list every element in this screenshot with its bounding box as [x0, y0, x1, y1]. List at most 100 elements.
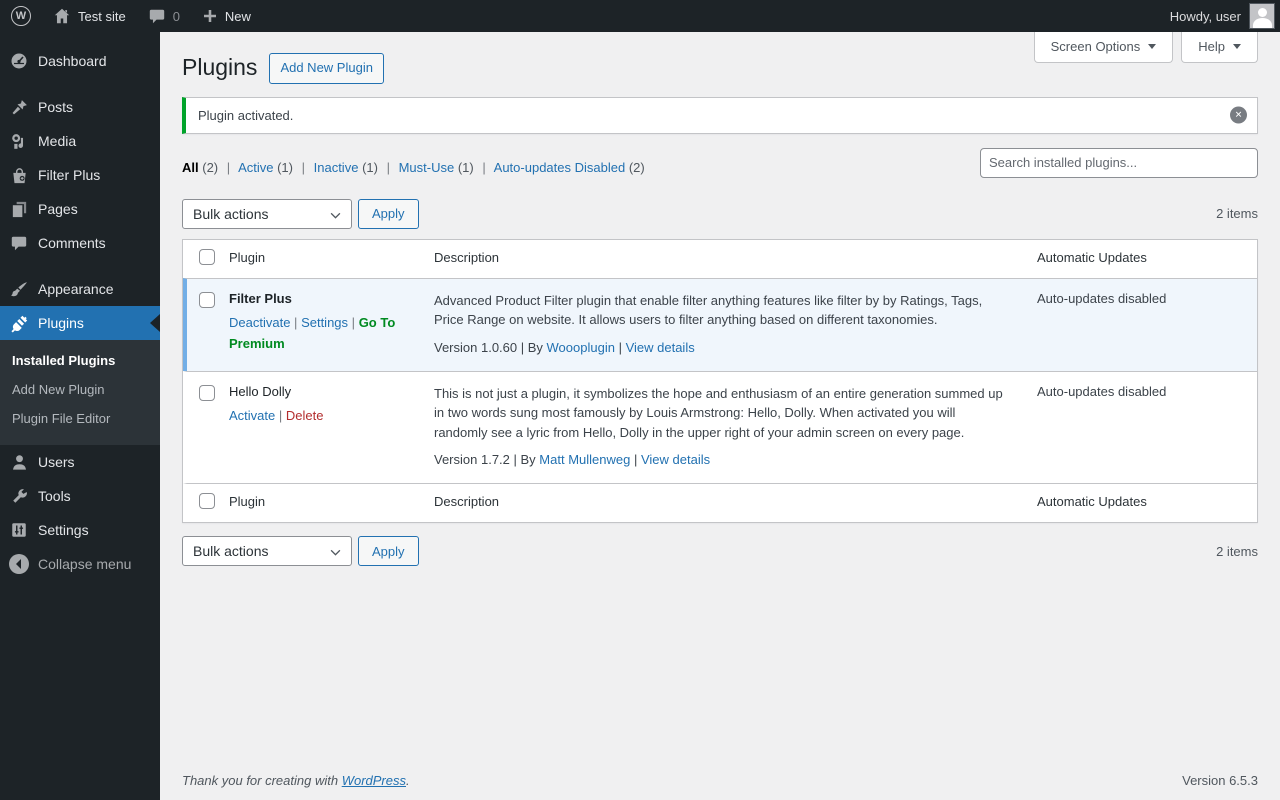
sidebar-item-appearance[interactable]: Appearance: [0, 272, 160, 306]
auto-updates-status: Auto-updates disabled: [1037, 370, 1257, 484]
submenu-add-new-plugin[interactable]: Add New Plugin: [0, 375, 160, 404]
apply-button-bottom[interactable]: Apply: [358, 536, 419, 567]
sidebar-item-filter-plus[interactable]: Filter Plus: [0, 158, 160, 192]
table-header-row: Plugin Description Automatic Updates: [183, 240, 1257, 278]
sidebar-label: Comments: [38, 235, 106, 251]
table-row-filter-plus: Filter Plus Deactivate | Settings | Go T…: [183, 277, 1257, 371]
sidebar-item-pages[interactable]: Pages: [0, 192, 160, 226]
wrench-icon: [9, 486, 29, 506]
submenu-plugin-file-editor[interactable]: Plugin File Editor: [0, 404, 160, 433]
admin-footer: Thank you for creating with WordPress. V…: [182, 773, 1258, 788]
table-footer-row: Plugin Description Automatic Updates: [183, 483, 1257, 522]
select-all-checkbox[interactable]: [199, 493, 215, 510]
dashboard-gauge-icon: [9, 51, 29, 71]
filter-inactive[interactable]: Inactive: [314, 160, 359, 175]
plugin-version: Version 1.7.2 | By: [434, 452, 536, 468]
sidebar-label: Posts: [38, 99, 74, 115]
delete-link[interactable]: Delete: [286, 408, 324, 423]
settings-sliders-icon: [9, 520, 29, 540]
paintbrush-icon: [9, 279, 29, 299]
add-new-plugin-button[interactable]: Add New Plugin: [269, 53, 384, 84]
wordpress-link[interactable]: WordPress: [342, 773, 406, 788]
new-content-menu[interactable]: New: [191, 0, 262, 32]
sidebar-label: Tools: [38, 488, 71, 504]
column-footer-plugin: Plugin: [229, 483, 434, 522]
sidebar-item-comments[interactable]: Comments: [0, 226, 160, 260]
help-label: Help: [1198, 39, 1225, 54]
dismiss-notice-button[interactable]: ✕: [1230, 106, 1247, 124]
deactivate-link[interactable]: Deactivate: [229, 315, 290, 330]
select-chevron-icon: [330, 543, 341, 559]
sidebar-label: Pages: [38, 201, 78, 217]
submenu-installed-plugins[interactable]: Installed Plugins: [0, 346, 160, 375]
row-checkbox[interactable]: [199, 291, 215, 308]
author-link[interactable]: Matt Mullenweg: [539, 452, 630, 467]
notice-message: Plugin activated.: [198, 107, 294, 123]
filter-auto-updates-disabled[interactable]: Auto-updates Disabled: [494, 160, 626, 175]
screen-meta-links: Screen Options Help: [1033, 32, 1258, 63]
wordpress-menu[interactable]: W: [0, 0, 42, 32]
sidebar-label: Filter Plus: [38, 167, 101, 183]
plugin-version: Version 1.0.60 | By: [434, 339, 543, 355]
search-plugins-input[interactable]: [980, 147, 1258, 178]
site-name-label: Test site: [78, 8, 126, 24]
admin-bar: W Test site 0 New Howdy, user: [0, 0, 1280, 32]
sidebar-label: Users: [38, 454, 75, 470]
sidebar-item-posts[interactable]: Posts: [0, 90, 160, 124]
help-button[interactable]: Help: [1181, 32, 1258, 63]
collapse-menu-button[interactable]: Collapse menu: [0, 547, 160, 581]
site-name-link[interactable]: Test site: [42, 0, 137, 32]
pushpin-icon: [9, 97, 29, 117]
view-details-link[interactable]: View details: [626, 340, 695, 355]
plugin-description: Advanced Product Filter plugin that enab…: [434, 292, 983, 328]
author-link[interactable]: Woooplugin: [547, 340, 615, 355]
user-avatar: [1249, 3, 1275, 29]
plugin-description: This is not just a plugin, it symbolizes…: [434, 385, 1003, 440]
filter-must-use[interactable]: Must-Use: [399, 160, 455, 175]
sidebar-item-users[interactable]: Users: [0, 445, 160, 479]
sidebar-item-tools[interactable]: Tools: [0, 479, 160, 513]
sidebar-item-plugins[interactable]: Plugins: [0, 306, 160, 340]
screen-options-button[interactable]: Screen Options: [1033, 32, 1174, 63]
bulk-actions-select[interactable]: Bulk actions: [182, 198, 352, 229]
sidebar-item-settings[interactable]: Settings: [0, 513, 160, 547]
collapse-menu-label: Collapse menu: [38, 556, 132, 572]
sidebar-label: Plugins: [38, 315, 84, 331]
settings-link[interactable]: Settings: [301, 315, 348, 330]
plugin-status-filters: All (2) | Active (1) | Inactive (1) | Mu…: [182, 159, 645, 175]
plugin-name: Hello Dolly: [229, 383, 292, 399]
activate-link[interactable]: Activate: [229, 408, 275, 423]
comments-shortcut[interactable]: 0: [137, 0, 191, 32]
items-count-bottom: 2 items: [1216, 543, 1258, 559]
sidebar-item-media[interactable]: Media: [0, 124, 160, 158]
page-title: Plugins: [182, 54, 258, 81]
new-label: New: [224, 8, 251, 24]
dismiss-icon: ✕: [1234, 109, 1243, 120]
home-icon: [53, 7, 71, 25]
chevron-down-icon: [1233, 44, 1241, 53]
notice-success: Plugin activated. ✕: [182, 96, 1258, 134]
column-footer-auto-updates: Automatic Updates: [1037, 483, 1257, 522]
apply-button[interactable]: Apply: [358, 198, 419, 229]
bulk-actions-select-bottom[interactable]: Bulk actions: [182, 536, 352, 567]
plugins-table: Plugin Description Automatic Updates Fil…: [182, 238, 1258, 524]
filter-all[interactable]: All: [182, 160, 199, 175]
admin-content: Screen Options Help Plugins Add New Plug…: [160, 32, 1280, 800]
sidebar-item-dashboard[interactable]: Dashboard: [0, 44, 160, 78]
plugin-name: Filter Plus: [229, 290, 292, 306]
table-row-hello-dolly: Hello Dolly Activate | Delete This is no…: [183, 370, 1257, 484]
admin-sidebar: Dashboard Posts Media Filter Plus Pages …: [0, 32, 160, 800]
column-header-plugin: Plugin: [229, 249, 266, 265]
account-menu[interactable]: Howdy, user: [1170, 3, 1280, 29]
plus-icon: [202, 8, 218, 24]
pages-icon: [9, 199, 29, 219]
bulk-actions-value: Bulk actions: [193, 543, 269, 560]
filter-active[interactable]: Active: [238, 160, 273, 175]
chevron-down-icon: [1148, 44, 1157, 53]
row-checkbox[interactable]: [199, 384, 215, 401]
view-details-link[interactable]: View details: [641, 452, 710, 467]
sidebar-label: Dashboard: [38, 53, 107, 69]
select-all-checkbox[interactable]: [199, 248, 215, 265]
wordpress-logo-icon: W: [11, 6, 31, 26]
items-count: 2 items: [1216, 206, 1258, 222]
